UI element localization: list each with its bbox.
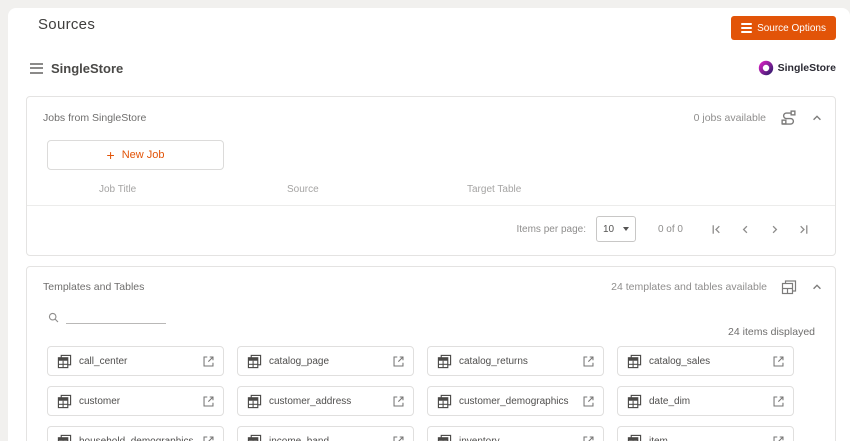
open-external-icon[interactable] (202, 355, 215, 368)
pipeline-icon[interactable] (780, 109, 797, 126)
singlestore-logo-icon (758, 60, 773, 76)
open-external-icon[interactable] (582, 395, 595, 408)
menu-icon (741, 23, 753, 33)
table-card[interactable]: income_band (237, 426, 414, 441)
column-target-table: Target Table (467, 184, 522, 195)
table-icon (627, 354, 642, 368)
source-header: SingleStore SingleStore (30, 60, 836, 76)
table-name: date_dim (649, 395, 691, 407)
table-card[interactable]: catalog_page (237, 346, 414, 376)
table-divider (27, 205, 835, 206)
table-icon (247, 434, 262, 441)
table-icon (627, 394, 642, 408)
table-icon (247, 394, 262, 408)
table-name: catalog_sales (649, 355, 711, 367)
collapse-templates-chevron-up-icon[interactable] (811, 281, 823, 293)
table-icon (247, 354, 262, 368)
table-card[interactable]: catalog_sales (617, 346, 794, 376)
collapse-jobs-chevron-up-icon[interactable] (811, 112, 823, 124)
open-external-icon[interactable] (772, 395, 785, 408)
open-external-icon[interactable] (202, 435, 215, 441)
table-name: item (649, 435, 668, 441)
new-job-label: New Job (121, 149, 165, 161)
table-name: customer (79, 395, 121, 407)
open-external-icon[interactable] (772, 435, 785, 441)
first-page-button[interactable] (709, 222, 724, 237)
singlestore-logo-text: SingleStore (777, 62, 836, 74)
search-input[interactable] (66, 307, 166, 324)
table-card[interactable]: customer_address (237, 386, 414, 416)
table-icon (437, 394, 452, 408)
search-row (47, 307, 815, 324)
table-name: household_demographics (79, 435, 194, 441)
table-name: customer_address (269, 395, 352, 407)
jobs-panel: Jobs from SingleStore 0 jobs available +… (26, 96, 836, 256)
new-job-button[interactable]: + New Job (47, 140, 224, 170)
table-icon (57, 354, 72, 368)
previous-page-button[interactable] (738, 222, 753, 237)
table-icon (437, 434, 452, 441)
source-name: SingleStore (51, 60, 124, 76)
table-icon (57, 394, 72, 408)
source-options-label: Source Options (757, 22, 826, 34)
open-external-icon[interactable] (392, 355, 405, 368)
column-source: Source (287, 184, 319, 195)
page-range-label: 0 of 0 (657, 223, 683, 235)
table-icon (437, 354, 452, 368)
jobs-panel-title: Jobs from SingleStore (43, 111, 147, 124)
table-card[interactable]: inventory (427, 426, 604, 441)
templates-panel: Templates and Tables 24 templates and ta… (26, 266, 836, 441)
singlestore-logo: SingleStore (758, 60, 836, 76)
open-external-icon[interactable] (582, 435, 595, 441)
table-view-icon[interactable] (781, 279, 797, 295)
open-external-icon[interactable] (392, 435, 405, 441)
pagination: Items per page: 10 0 of 0 (27, 216, 835, 242)
table-name: income_band (269, 435, 330, 441)
table-card[interactable]: call_center (47, 346, 224, 376)
open-external-icon[interactable] (582, 355, 595, 368)
page-header: Sources Source Options (38, 16, 836, 40)
items-displayed-label: 24 items displayed (728, 326, 815, 338)
table-icon (627, 434, 642, 441)
table-name: customer_demographics (459, 395, 569, 407)
next-page-button[interactable] (767, 222, 782, 237)
table-card[interactable]: customer_demographics (427, 386, 604, 416)
items-per-page-select[interactable]: 10 (595, 216, 636, 242)
open-external-icon[interactable] (202, 395, 215, 408)
page-title: Sources (38, 16, 96, 33)
table-card[interactable]: catalog_returns (427, 346, 604, 376)
table-name: catalog_returns (459, 355, 528, 367)
plus-icon: + (106, 147, 115, 163)
tables-grid: call_center catalog_page catalog_returns… (47, 346, 815, 441)
source-options-button[interactable]: Source Options (731, 16, 836, 40)
search-icon (48, 312, 59, 323)
table-name: call_center (79, 355, 128, 367)
items-per-page-label: Items per page: (516, 223, 586, 235)
table-icon (57, 434, 72, 441)
column-job-title: Job Title (99, 184, 137, 195)
caret-down-icon (622, 227, 629, 231)
jobs-availability: 0 jobs available (693, 111, 766, 124)
templates-panel-title: Templates and Tables (43, 281, 145, 293)
jobs-table-header: Job Title Source Target Table (27, 184, 835, 195)
main-panel: Sources Source Options SingleStore Singl… (8, 8, 850, 441)
table-card[interactable]: household_demographics (47, 426, 224, 441)
table-card[interactable]: date_dim (617, 386, 794, 416)
open-external-icon[interactable] (772, 355, 785, 368)
last-page-button[interactable] (796, 222, 811, 237)
table-card[interactable]: item (617, 426, 794, 441)
open-external-icon[interactable] (392, 395, 405, 408)
table-name: catalog_page (269, 355, 330, 367)
table-card[interactable]: customer (47, 386, 224, 416)
list-icon (30, 62, 43, 74)
templates-availability: 24 templates and tables available (611, 281, 767, 293)
table-name: inventory (459, 435, 500, 441)
